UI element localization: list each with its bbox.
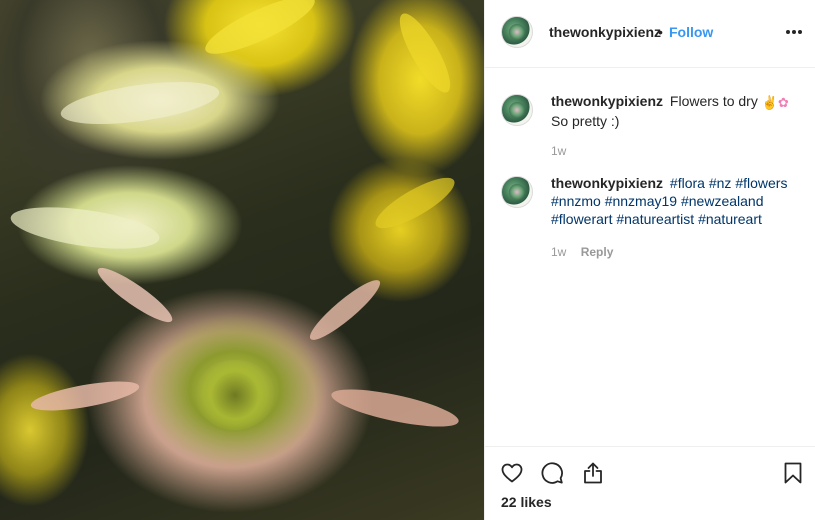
- victory-hand-emoji: ✌: [761, 95, 778, 110]
- hashtag-link[interactable]: #natureart: [698, 211, 762, 227]
- petal-shape: [58, 74, 222, 132]
- comment-username[interactable]: thewonkypixienz: [551, 93, 663, 109]
- hashtag-link[interactable]: #natureartist: [616, 211, 694, 227]
- petal-shape: [369, 169, 461, 237]
- petal-shape: [28, 375, 142, 417]
- comment-body: thewonkypixienz #flora #nz #flowers #nnz…: [551, 174, 801, 228]
- comment-age[interactable]: 1w: [551, 245, 566, 259]
- hashtag-link[interactable]: #newzealand: [681, 193, 764, 209]
- avatar[interactable]: [501, 16, 533, 48]
- post-header: thewonkypixienz • Follow: [485, 0, 815, 68]
- bookmark-icon[interactable]: [781, 461, 805, 485]
- petal-shape: [92, 260, 178, 330]
- avatar[interactable]: [501, 176, 533, 208]
- hashtag-link[interactable]: #flora: [670, 175, 705, 191]
- likes-count[interactable]: 22 likes: [501, 494, 552, 510]
- comment-icon[interactable]: [540, 461, 564, 485]
- petal-shape: [304, 273, 386, 347]
- hashtag-link[interactable]: #nz: [709, 175, 732, 191]
- hashtag-link[interactable]: #flowers: [735, 175, 787, 191]
- actions-bar: 22 likes: [485, 446, 815, 520]
- avatar[interactable]: [501, 94, 533, 126]
- petal-shape: [199, 0, 321, 64]
- share-icon[interactable]: [581, 461, 605, 485]
- separator-dot: •: [658, 24, 663, 40]
- comment-age[interactable]: 1w: [551, 144, 566, 158]
- flower-center: [195, 360, 275, 430]
- petal-shape: [391, 7, 459, 99]
- more-options-icon[interactable]: [786, 30, 802, 34]
- blossom-emoji: ✿: [777, 95, 789, 110]
- header-username[interactable]: thewonkypixienz: [549, 24, 661, 40]
- comment-text-line2: So pretty :): [551, 113, 620, 129]
- petal-shape: [328, 381, 462, 435]
- comment-body: thewonkypixienz Flowers to dry ✌✿ So pre…: [551, 92, 801, 130]
- petal-shape: [8, 199, 162, 257]
- heart-icon[interactable]: [500, 461, 524, 485]
- post-details-panel: thewonkypixienz • Follow thewonkypixienz…: [484, 0, 815, 520]
- hashtag-link[interactable]: #nnzmay19: [605, 193, 677, 209]
- comment-text: Flowers to dry: [669, 93, 758, 109]
- reply-button[interactable]: Reply: [581, 245, 614, 259]
- comment-meta: 1w Reply: [551, 245, 613, 259]
- post-photo[interactable]: [0, 0, 484, 520]
- hashtag-link[interactable]: #flowerart: [551, 211, 612, 227]
- hashtag-link[interactable]: #nnzmo: [551, 193, 601, 209]
- follow-button[interactable]: Follow: [669, 24, 713, 40]
- comment-username[interactable]: thewonkypixienz: [551, 175, 663, 191]
